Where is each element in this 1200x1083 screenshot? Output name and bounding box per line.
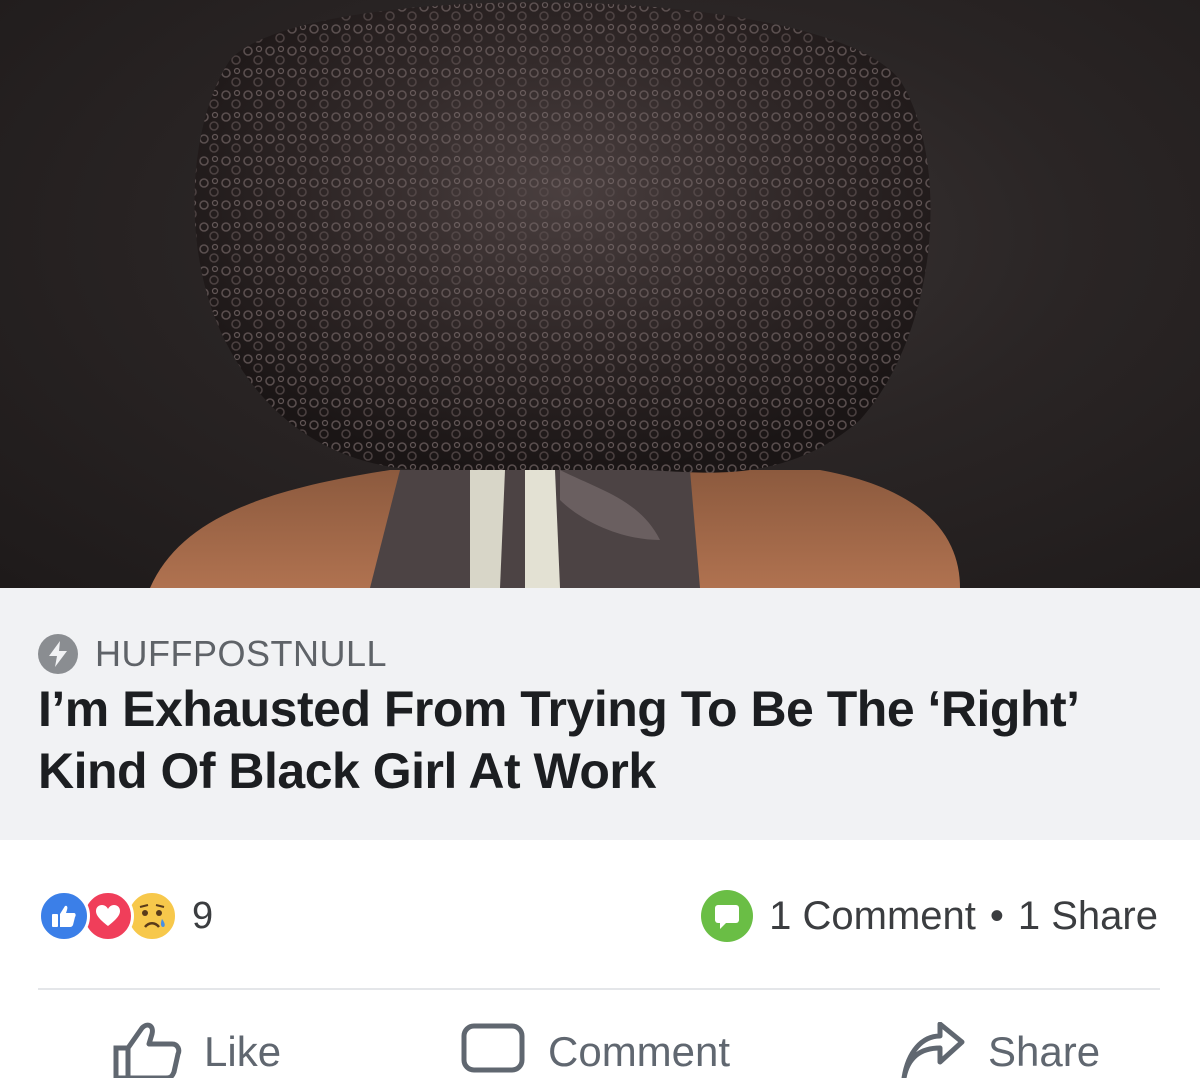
source-name: HUFFPOSTNULL: [95, 633, 388, 674]
comment-button[interactable]: Comment: [460, 1022, 730, 1082]
post-image[interactable]: [0, 0, 1200, 588]
like-label: Like: [204, 1028, 282, 1075]
post-action-bar: Like Comment Share: [0, 992, 1200, 1080]
reaction-count: 9: [192, 894, 214, 937]
lightning-bolt-icon: [38, 634, 78, 674]
share-arrow-icon: [900, 1021, 966, 1083]
comment-count[interactable]: 1 Comment: [769, 894, 976, 939]
thumbs-up-icon: [112, 1022, 182, 1083]
comment-bubble-icon: [460, 1022, 526, 1083]
divider: [38, 988, 1160, 990]
article-headline[interactable]: I’m Exhausted From Trying To Be The ‘Rig…: [38, 678, 1148, 802]
share-label: Share: [988, 1028, 1101, 1075]
engagement-counts: 1 Comment • 1 Share: [701, 890, 1158, 942]
share-count[interactable]: 1 Share: [1018, 894, 1158, 939]
source-row: HUFFPOSTNULL: [38, 633, 388, 674]
share-button[interactable]: Share: [900, 1021, 1101, 1083]
comment-count-icon: [701, 890, 754, 942]
comment-label: Comment: [548, 1028, 731, 1075]
separator-dot: •: [989, 893, 1004, 938]
link-preview-card[interactable]: HUFFPOSTNULL I’m Exhausted From Trying T…: [0, 588, 1200, 840]
reactions-summary[interactable]: 9: [38, 890, 213, 942]
like-reaction-icon: [38, 890, 90, 942]
hair-photo-illustration: [150, 2, 960, 588]
engagement-summary: 9 1 Comment • 1 Share: [0, 840, 1200, 990]
like-button[interactable]: Like: [112, 1022, 281, 1082]
